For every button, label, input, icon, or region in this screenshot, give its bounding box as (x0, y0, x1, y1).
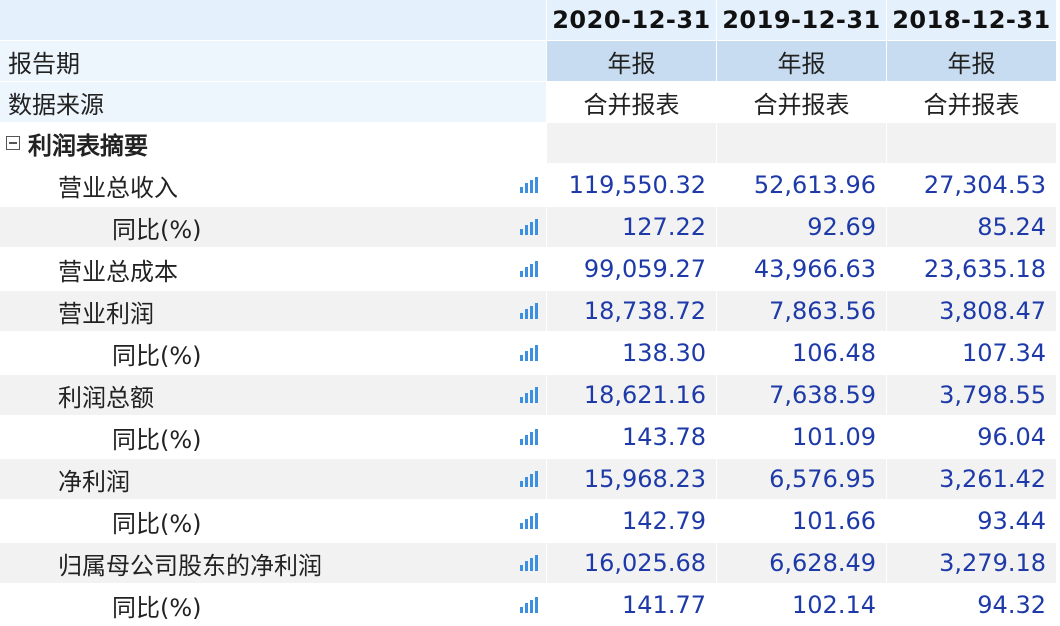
report-period-value: 年报 (716, 41, 886, 81)
table-row: 同比(%) 138.30 106.48 107.34 (0, 333, 1060, 374)
value-cell: 18,621.16 (546, 375, 716, 415)
value-cell: 3,279.18 (886, 543, 1056, 583)
table-row: 营业利润 18,738.72 7,863.56 3,808.47 (0, 291, 1060, 332)
row-label: 营业总成本 (0, 249, 512, 289)
value-cell: 119,550.32 (546, 165, 716, 205)
report-period-value: 年报 (886, 41, 1056, 81)
period-header-2019[interactable]: 2019-12-31 (716, 0, 886, 40)
row-label: 利润总额 (0, 375, 512, 415)
data-source-value: 合并报表 (546, 82, 716, 122)
minus-box-icon[interactable] (6, 136, 20, 150)
value-cell: 6,628.49 (716, 543, 886, 583)
value-cell: 107.34 (886, 333, 1056, 373)
value-cell: 142.79 (546, 501, 716, 541)
row-label: 数据来源 (0, 82, 512, 122)
value-cell: 96.04 (886, 417, 1056, 457)
table-row: 利润总额 18,621.16 7,638.59 3,798.55 (0, 375, 1060, 416)
bar-chart-icon[interactable] (512, 375, 546, 415)
row-label: 营业利润 (0, 291, 512, 331)
value-cell: 52,613.96 (716, 165, 886, 205)
table-row: 同比(%) 142.79 101.66 93.44 (0, 501, 1060, 542)
bar-chart-icon[interactable] (512, 501, 546, 541)
bar-chart-icon[interactable] (512, 459, 546, 499)
bar-chart-icon[interactable] (512, 291, 546, 331)
header-corner (0, 0, 512, 40)
row-label: 归属母公司股东的净利润 (0, 543, 512, 583)
table-row: 同比(%) 127.22 92.69 85.24 (0, 207, 1060, 248)
bar-chart-icon[interactable] (512, 333, 546, 373)
data-source-row: 数据来源 合并报表 合并报表 合并报表 (0, 82, 1060, 123)
data-source-value: 合并报表 (886, 82, 1056, 122)
value-cell: 7,638.59 (716, 375, 886, 415)
icon-spacer (512, 123, 546, 163)
bar-chart-icon[interactable] (512, 249, 546, 289)
section-header-row[interactable]: 利润表摘要 (0, 123, 1060, 164)
value-cell: 138.30 (546, 333, 716, 373)
value-cell: 3,808.47 (886, 291, 1056, 331)
row-label: 净利润 (0, 459, 512, 499)
row-label: 同比(%) (0, 333, 512, 373)
period-header-2018[interactable]: 2018-12-31 (886, 0, 1056, 40)
value-cell: 94.32 (886, 585, 1056, 625)
table-header-row: 2020-12-31 2019-12-31 2018-12-31 (0, 0, 1060, 41)
value-cell: 43,966.63 (716, 249, 886, 289)
row-label: 同比(%) (0, 417, 512, 457)
report-period-row: 报告期 年报 年报 年报 (0, 41, 1060, 82)
value-cell: 15,968.23 (546, 459, 716, 499)
value-cell: 143.78 (546, 417, 716, 457)
bar-chart-icon[interactable] (512, 585, 546, 625)
section-empty-cell (546, 123, 716, 163)
table-row: 营业总成本 99,059.27 43,966.63 23,635.18 (0, 249, 1060, 290)
value-cell: 6,576.95 (716, 459, 886, 499)
report-period-value: 年报 (546, 41, 716, 81)
row-label: 报告期 (0, 41, 512, 81)
bar-chart-icon[interactable] (512, 543, 546, 583)
period-header-2020[interactable]: 2020-12-31 (546, 0, 716, 40)
value-cell: 127.22 (546, 207, 716, 247)
value-cell: 7,863.56 (716, 291, 886, 331)
value-cell: 85.24 (886, 207, 1056, 247)
value-cell: 101.09 (716, 417, 886, 457)
value-cell: 93.44 (886, 501, 1056, 541)
value-cell: 99,059.27 (546, 249, 716, 289)
value-cell: 27,304.53 (886, 165, 1056, 205)
bar-chart-icon[interactable] (512, 417, 546, 457)
header-icon-spacer (512, 0, 546, 40)
value-cell: 16,025.68 (546, 543, 716, 583)
value-cell: 18,738.72 (546, 291, 716, 331)
value-cell: 141.77 (546, 585, 716, 625)
bar-chart-icon[interactable] (512, 165, 546, 205)
value-cell: 92.69 (716, 207, 886, 247)
financial-summary-table: 2020-12-31 2019-12-31 2018-12-31 报告期 年报 … (0, 0, 1060, 626)
section-empty-cell (886, 123, 1056, 163)
table-row: 同比(%) 143.78 101.09 96.04 (0, 417, 1060, 458)
bar-chart-icon[interactable] (512, 207, 546, 247)
value-cell: 3,261.42 (886, 459, 1056, 499)
table-row: 归属母公司股东的净利润 16,025.68 6,628.49 3,279.18 (0, 543, 1060, 584)
row-label: 同比(%) (0, 207, 512, 247)
value-cell: 3,798.55 (886, 375, 1056, 415)
table-row: 营业总收入 119,550.32 52,613.96 27,304.53 (0, 165, 1060, 206)
row-label: 同比(%) (0, 585, 512, 625)
value-cell: 101.66 (716, 501, 886, 541)
row-label: 营业总收入 (0, 165, 512, 205)
icon-spacer (512, 41, 546, 81)
data-source-value: 合并报表 (716, 82, 886, 122)
section-title[interactable]: 利润表摘要 (0, 123, 512, 163)
row-label: 同比(%) (0, 501, 512, 541)
section-label: 利润表摘要 (28, 131, 148, 160)
value-cell: 102.14 (716, 585, 886, 625)
section-empty-cell (716, 123, 886, 163)
icon-spacer (512, 82, 546, 122)
value-cell: 106.48 (716, 333, 886, 373)
value-cell: 23,635.18 (886, 249, 1056, 289)
table-row: 净利润 15,968.23 6,576.95 3,261.42 (0, 459, 1060, 500)
